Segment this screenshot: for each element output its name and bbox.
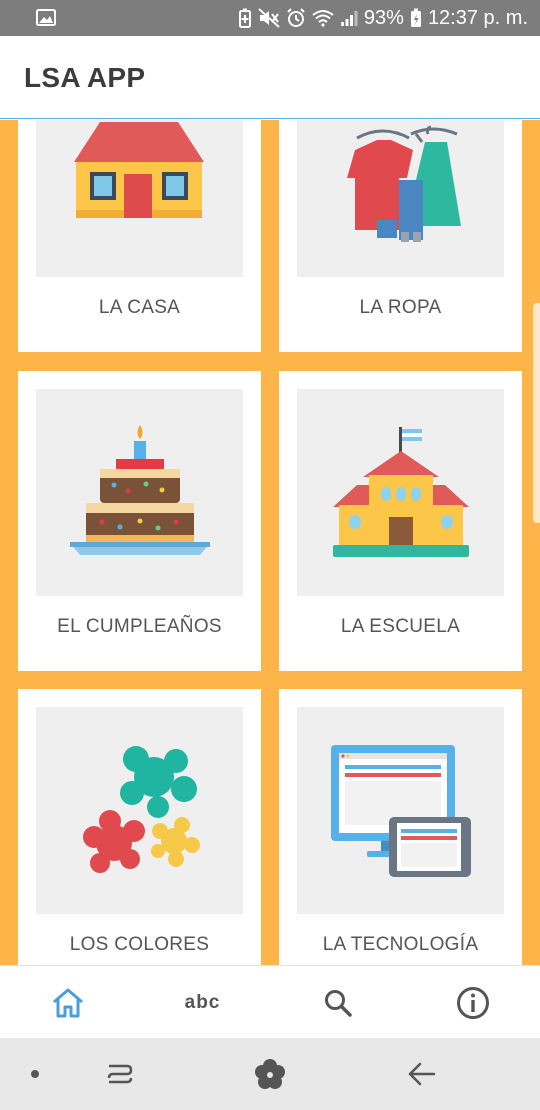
status-bar: 93% 12:37 p. m. <box>0 0 540 36</box>
nav-abc-button[interactable]: abc <box>135 966 270 1039</box>
back-button[interactable] <box>392 1038 452 1110</box>
battery-percent: 93% <box>363 6 404 29</box>
category-card-los-colores[interactable]: LOS COLORES <box>18 689 261 965</box>
category-card-la-casa[interactable]: LA CASA <box>18 120 261 352</box>
category-label: EL CUMPLEAÑOS <box>57 616 222 637</box>
recent-apps-button[interactable] <box>90 1038 150 1110</box>
category-thumb <box>36 707 243 914</box>
category-label: LA ROPA <box>359 297 442 318</box>
mute-icon <box>258 8 280 28</box>
system-navigation-bar <box>0 1038 540 1110</box>
battery-charging-icon <box>410 8 421 27</box>
category-thumb <box>297 389 504 596</box>
home-system-button[interactable] <box>240 1038 300 1110</box>
clothes-icon <box>347 125 461 242</box>
category-thumb <box>297 120 504 277</box>
birthday-cake-icon <box>70 425 210 555</box>
nav-home-button[interactable] <box>0 966 135 1039</box>
app-title: LSA APP <box>24 62 146 93</box>
category-label: LA ESCUELA <box>340 616 461 637</box>
bottom-navigation: abc <box>0 965 540 1038</box>
category-grid[interactable]: LA CASA LA ROPA EL CUMPLEAÑOS LA ESCUELA… <box>0 120 540 965</box>
dot-icon <box>31 1070 39 1078</box>
category-thumb <box>36 120 243 277</box>
app-bar: LSA APP <box>0 36 540 119</box>
recent-apps-icon <box>107 1064 133 1084</box>
category-card-el-cumpleanos[interactable]: EL CUMPLEAÑOS <box>18 371 261 671</box>
scrollbar-thumb[interactable] <box>533 303 540 523</box>
clock: 12:37 p. m. <box>427 6 528 29</box>
category-label: LOS COLORES <box>69 934 210 955</box>
category-card-la-tecnologia[interactable]: LA TECNOLOGÍA <box>279 689 522 965</box>
signal-icon <box>340 11 358 26</box>
search-icon <box>324 989 352 1017</box>
category-thumb <box>297 707 504 914</box>
wifi-icon <box>312 10 334 27</box>
school-icon <box>333 427 469 557</box>
category-thumb <box>36 389 243 596</box>
battery-saver-icon <box>238 8 251 28</box>
house-icon <box>74 122 204 218</box>
dot-button[interactable] <box>20 1038 50 1110</box>
info-icon <box>456 986 489 1019</box>
category-label: LA CASA <box>98 297 181 318</box>
nav-search-button[interactable] <box>270 966 405 1039</box>
category-card-la-ropa[interactable]: LA ROPA <box>279 120 522 352</box>
back-arrow-icon <box>408 1062 436 1086</box>
computer-tablet-icon <box>331 745 471 877</box>
abc-label: abc <box>184 991 221 1013</box>
image-icon <box>36 9 56 26</box>
category-card-la-escuela[interactable]: LA ESCUELA <box>279 371 522 671</box>
paint-splash-icon <box>83 746 200 873</box>
category-label: LA TECNOLOGÍA <box>322 934 479 955</box>
nav-info-button[interactable] <box>405 966 540 1039</box>
alarm-icon <box>287 8 305 27</box>
flower-home-icon <box>255 1059 285 1089</box>
home-icon <box>52 988 83 1017</box>
